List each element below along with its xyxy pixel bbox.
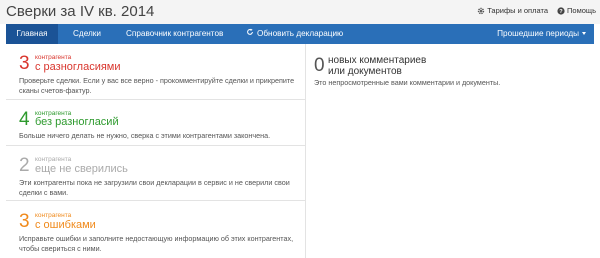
card-count: 2 [19,155,30,176]
gear-icon [477,7,485,15]
card-description: Проверьте сделки. Если у вас все верно -… [19,76,295,95]
comments-panel[interactable]: 0 новых комментариев или документов Это … [306,44,594,258]
card-description: Эти контрагенты пока не загрузили свои д… [19,178,290,197]
comments-title-line: или документов [328,65,402,77]
card-description: Исправьте ошибки и заполните недостающую… [19,234,294,253]
card-count: 4 [19,109,30,130]
card-title: еще не сверились [35,163,128,175]
tab-deals[interactable]: Сделки [73,24,101,44]
refresh-declaration-button[interactable]: Обновить декларацию [246,24,343,44]
reconciliation-cards: 3 контрагента с разногласиями Проверьте … [6,44,305,258]
card-subtitle: контрагента [35,156,72,163]
main-nav: Главная Сделки Справочник контрагентов О… [6,24,594,44]
chevron-down-icon [582,32,586,36]
past-periods-dropdown[interactable]: Прошедшие периоды [497,24,586,44]
tab-counterparties[interactable]: Справочник контрагентов [126,24,223,44]
card-not-reconciled[interactable]: 2 контрагента еще не сверились Эти контр… [6,146,305,201]
top-links: Тарифы и оплата ? Помощь [477,6,596,15]
refresh-icon [246,24,254,44]
comments-count: 0 [314,55,325,76]
past-periods-label: Прошедшие периоды [497,29,579,38]
svg-text:?: ? [559,9,563,15]
card-subtitle: контрагента [35,54,72,61]
card-description: Больше ничего делать не нужно, сверка с … [19,131,271,140]
tariffs-link-label: Тарифы и оплата [487,6,549,15]
card-count: 3 [19,53,30,74]
card-title: без разногласий [35,116,119,128]
card-disagreements[interactable]: 3 контрагента с разногласиями Проверьте … [6,44,305,100]
card-errors[interactable]: 3 контрагента с ошибками Исправьте ошибк… [6,201,305,258]
tab-main[interactable]: Главная [6,24,58,44]
card-title: с ошибками [35,219,96,231]
comments-title: новых комментариев или документов [328,55,427,77]
comments-title-line: новых комментариев [328,55,427,66]
card-title: с разногласиями [35,61,121,73]
question-icon: ? [557,6,565,15]
card-subtitle: контрагента [35,212,72,219]
refresh-declaration-label: Обновить декларацию [257,29,344,38]
page-title: Сверки за IV кв. 2014 [6,3,155,20]
comments-description: Это непросмотренные вами комментарии и д… [314,78,501,87]
card-count: 3 [19,211,30,232]
card-no-disagreements[interactable]: 4 контрагента без разногласий Больше нич… [6,100,305,146]
top-bar: Сверки за IV кв. 2014 Тарифы и оплата ? … [0,0,600,24]
tariffs-link[interactable]: Тарифы и оплата [477,6,548,15]
help-link-label: Помощь [567,6,596,15]
help-link[interactable]: ? Помощь [557,6,596,15]
